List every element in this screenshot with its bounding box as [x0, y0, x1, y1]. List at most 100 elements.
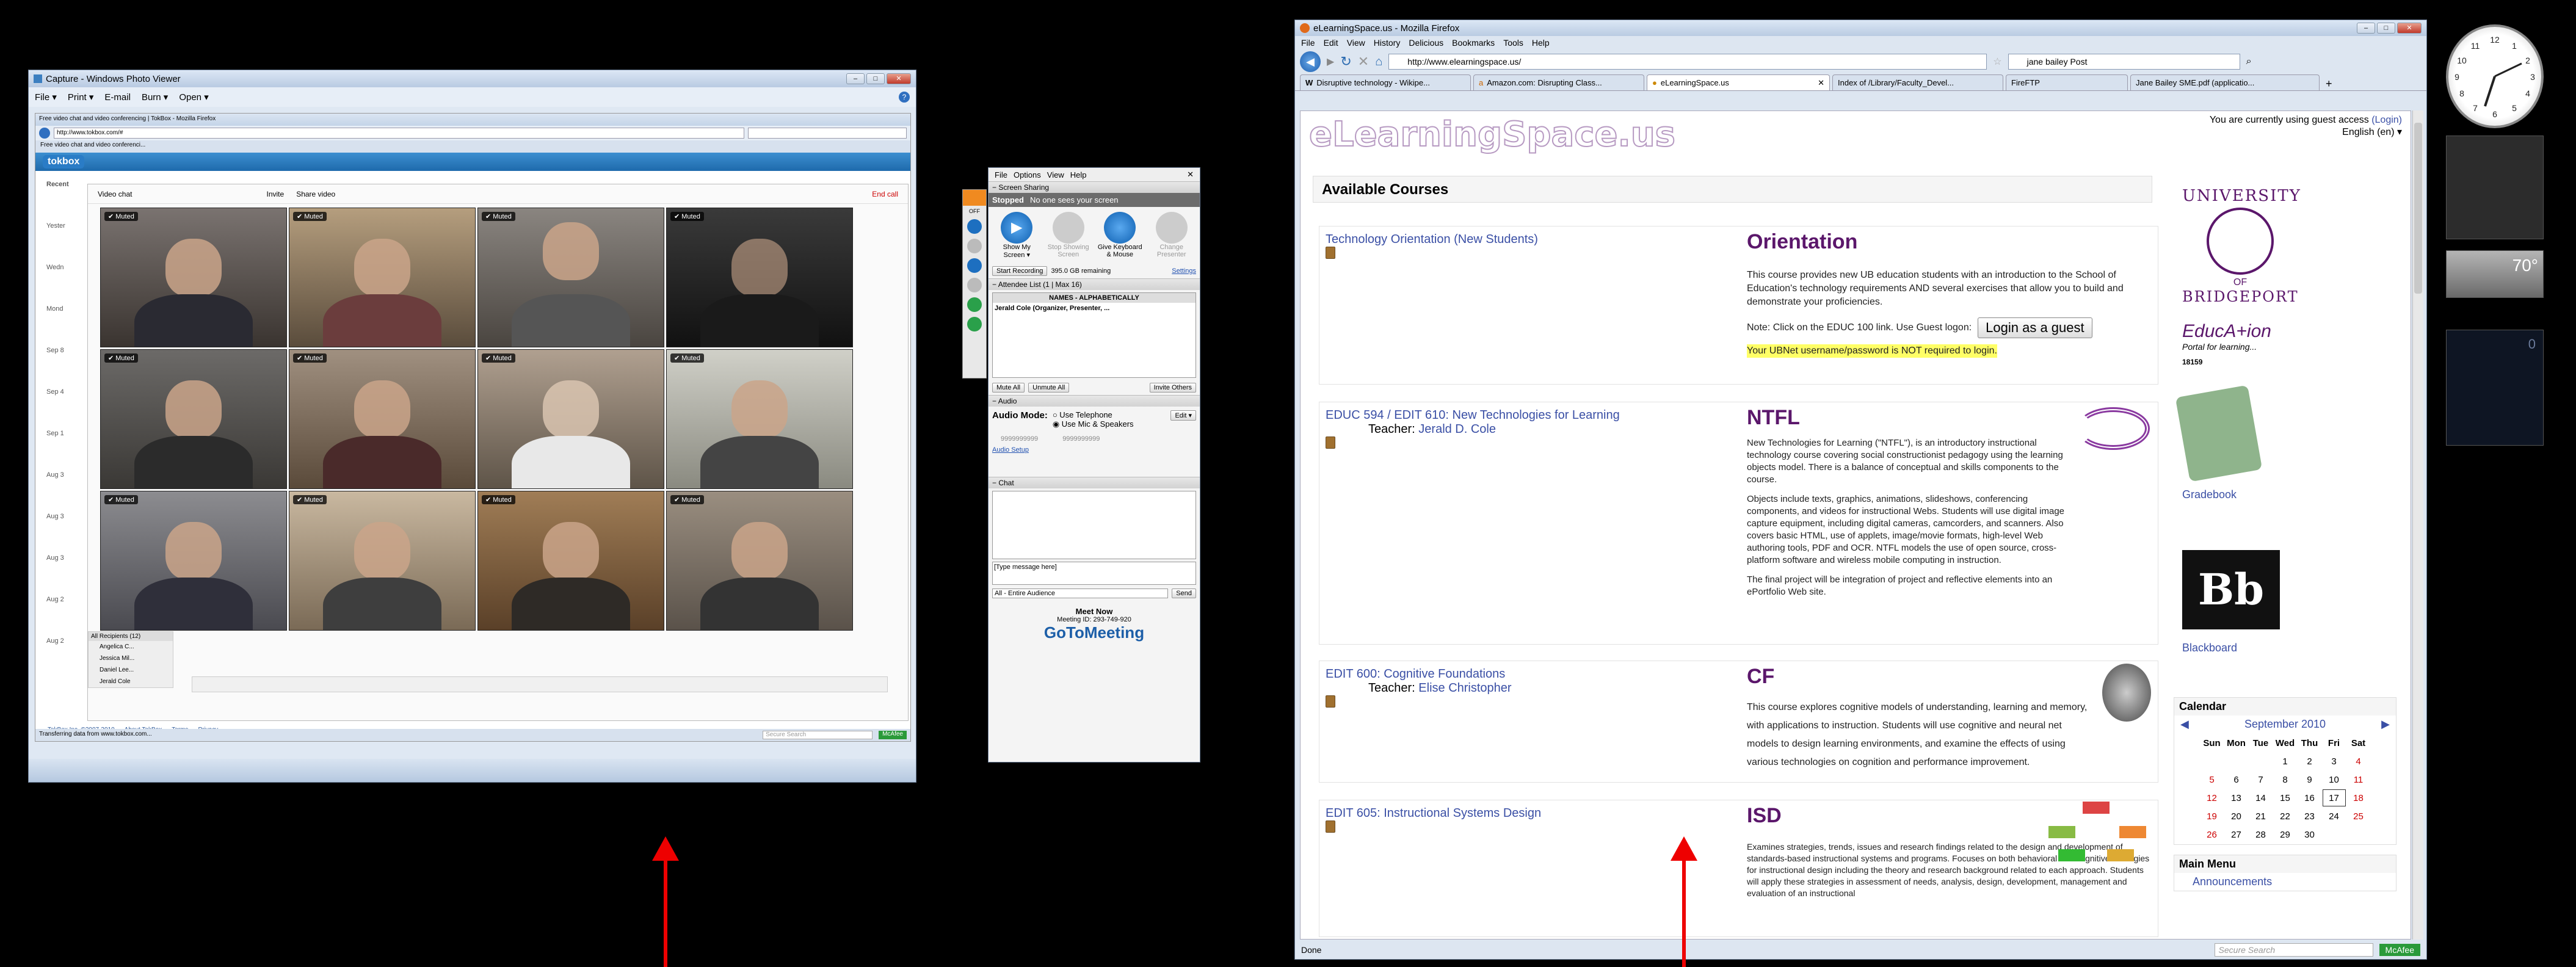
share-video-button[interactable]: Share video: [296, 190, 335, 198]
gtm-file-menu[interactable]: File: [995, 170, 1007, 179]
calendar-day[interactable]: 23: [2298, 808, 2321, 825]
calendar-day[interactable]: 12: [2200, 789, 2224, 806]
list-item[interactable]: Sep 1: [46, 430, 83, 471]
calendar-day[interactable]: 20: [2225, 808, 2248, 825]
tab-index[interactable]: Index of /Library/Faculty_Devel...: [1832, 74, 2003, 90]
site-logo[interactable]: eLearningSpace.us: [1308, 114, 1676, 155]
login-link[interactable]: (Login): [2371, 115, 2402, 125]
close-icon[interactable]: ✕: [2397, 23, 2422, 34]
calendar-day[interactable]: 1: [2274, 753, 2297, 770]
start-recording-button[interactable]: Start Recording: [992, 266, 1048, 276]
calendar-day[interactable]: [2200, 753, 2224, 770]
list-item[interactable]: Aug 2: [46, 596, 83, 637]
photo-viewer-titlebar[interactable]: Capture - Windows Photo Viewer – □ ✕: [29, 70, 916, 87]
recipient-item[interactable]: Daniel Lee...: [89, 664, 173, 676]
calendar-day[interactable]: 2: [2298, 753, 2321, 770]
course-link[interactable]: Technology Orientation (New Students): [1326, 233, 1538, 246]
use-telephone-radio[interactable]: ○ Use Telephone: [1053, 410, 1134, 419]
send-button[interactable]: Send: [1172, 589, 1196, 598]
tab-pdf[interactable]: Jane Bailey SME.pdf (applicatio...: [2130, 74, 2320, 90]
list-item[interactable]: Aug 3: [46, 513, 83, 554]
invite-others-button[interactable]: Invite Others: [1149, 383, 1196, 393]
menu-tools[interactable]: Tools: [1503, 38, 1523, 48]
attendee-list-header[interactable]: − Attendee List (1 | Max 16): [989, 278, 1200, 290]
blackboard-link[interactable]: Blackboard: [2182, 642, 2388, 654]
menu-delicious[interactable]: Delicious: [1409, 38, 1443, 48]
calendar-day[interactable]: 3: [2323, 753, 2346, 770]
back-icon[interactable]: ◀: [1300, 51, 1321, 72]
minimize-icon[interactable]: –: [846, 73, 865, 84]
calendar-day[interactable]: 30: [2298, 826, 2321, 843]
audio-setup-link[interactable]: Audio Setup: [992, 446, 1029, 454]
gtm-help-menu[interactable]: Help: [1070, 170, 1087, 179]
calendar-day[interactable]: 15: [2274, 789, 2297, 806]
search-field[interactable]: jane bailey Post: [2008, 54, 2240, 70]
list-item[interactable]: Mond: [46, 305, 83, 347]
people-icon[interactable]: [967, 258, 982, 273]
open-menu[interactable]: Open ▾: [179, 92, 208, 103]
blackboard-icon[interactable]: Bb: [2182, 550, 2280, 629]
scrollbar-thumb[interactable]: [2414, 123, 2422, 294]
forward-icon[interactable]: ▶: [1327, 56, 1334, 68]
chat-header[interactable]: − Chat: [989, 477, 1200, 488]
tab-wikipedia[interactable]: W Disruptive technology - Wikipe...: [1300, 74, 1471, 90]
cpu-meter-gadget[interactable]: 0: [2446, 330, 2544, 446]
calendar-day[interactable]: 27: [2225, 826, 2248, 843]
language-select[interactable]: English (en) ▾: [2210, 126, 2402, 138]
record-icon[interactable]: [967, 278, 982, 292]
menu-help[interactable]: Help: [1532, 38, 1550, 48]
recipient-item[interactable]: Jerald Cole: [89, 676, 173, 687]
firefox-titlebar[interactable]: eLearningSpace.us - Mozilla Firefox – □ ✕: [1295, 20, 2426, 36]
chat-icon[interactable]: [967, 297, 982, 312]
announcements-link[interactable]: Announcements: [2174, 873, 2396, 891]
prev-month-icon[interactable]: ◀: [2180, 718, 2189, 731]
inner-url-field[interactable]: http://www.tokbox.com/#: [54, 128, 744, 139]
calendar-day[interactable]: 9: [2298, 771, 2321, 788]
show-my-screen-button[interactable]: ▶ Show My Screen ▾: [993, 212, 1040, 259]
names-header[interactable]: NAMES - ALPHABETICALLY: [993, 293, 1195, 303]
calendar-day[interactable]: [2225, 753, 2248, 770]
recipient-item[interactable]: Angelica C...: [89, 641, 173, 653]
info-icon[interactable]: [967, 317, 982, 331]
list-item[interactable]: Yester: [46, 222, 83, 264]
home-icon[interactable]: ⌂: [1375, 55, 1382, 69]
email-menu[interactable]: E-mail: [104, 92, 131, 103]
menu-view[interactable]: View: [1347, 38, 1365, 48]
screen-icon[interactable]: [967, 219, 982, 234]
calendar-day[interactable]: [2347, 826, 2370, 843]
weather-gadget[interactable]: 70°: [2446, 250, 2544, 298]
recipients-header[interactable]: All Recipients (12): [89, 632, 173, 641]
gradebook-link[interactable]: Gradebook: [2182, 488, 2388, 501]
audience-select[interactable]: All - Entire Audience: [992, 589, 1169, 598]
settings-link[interactable]: Settings: [1172, 267, 1196, 275]
mcafee-badge[interactable]: McAfee: [2379, 944, 2420, 956]
video-tile[interactable]: ✔ Muted: [477, 349, 664, 489]
recipient-item[interactable]: Jessica Mil...: [89, 653, 173, 664]
calendar-gadget[interactable]: [2446, 136, 2544, 239]
print-menu[interactable]: Print ▾: [68, 92, 94, 103]
unmute-all-button[interactable]: Unmute All: [1028, 383, 1070, 393]
calendar-day[interactable]: 6: [2225, 771, 2248, 788]
calendar-day[interactable]: 29: [2274, 826, 2297, 843]
teacher-link[interactable]: Elise Christopher: [1418, 681, 1511, 695]
give-keyboard-button[interactable]: Give Keyboard & Mouse: [1097, 212, 1143, 259]
video-tile[interactable]: ✔ Muted: [100, 208, 287, 347]
clock-gadget[interactable]: 12 1 2 3 4 5 6 7 8 9 10 11: [2446, 24, 2544, 128]
university-logo[interactable]: UNIVERSITY OF BRIDGEPORT: [2182, 187, 2300, 315]
course-link[interactable]: EDUC 594 / EDIT 610: New Technologies fo…: [1326, 408, 1620, 422]
gtm-options-menu[interactable]: Options: [1014, 170, 1041, 179]
page-scrollbar[interactable]: [2412, 110, 2423, 940]
calendar-day[interactable]: 21: [2249, 808, 2273, 825]
list-item[interactable]: Aug 3: [46, 471, 83, 513]
calendar-day[interactable]: 7: [2249, 771, 2273, 788]
menu-file[interactable]: File: [1301, 38, 1315, 48]
chat-message-input[interactable]: [Type message here]: [992, 562, 1196, 585]
minimize-icon[interactable]: –: [2357, 23, 2375, 34]
calendar-day[interactable]: 16: [2298, 789, 2321, 806]
calendar-month[interactable]: September 2010: [2244, 718, 2326, 731]
login-as-guest-button[interactable]: Login as a guest: [1978, 317, 2092, 338]
calendar-day[interactable]: 11: [2347, 771, 2370, 788]
next-month-icon[interactable]: ▶: [2381, 718, 2390, 731]
calendar-day-today[interactable]: 17: [2322, 789, 2346, 806]
calendar-day[interactable]: 14: [2249, 789, 2273, 806]
